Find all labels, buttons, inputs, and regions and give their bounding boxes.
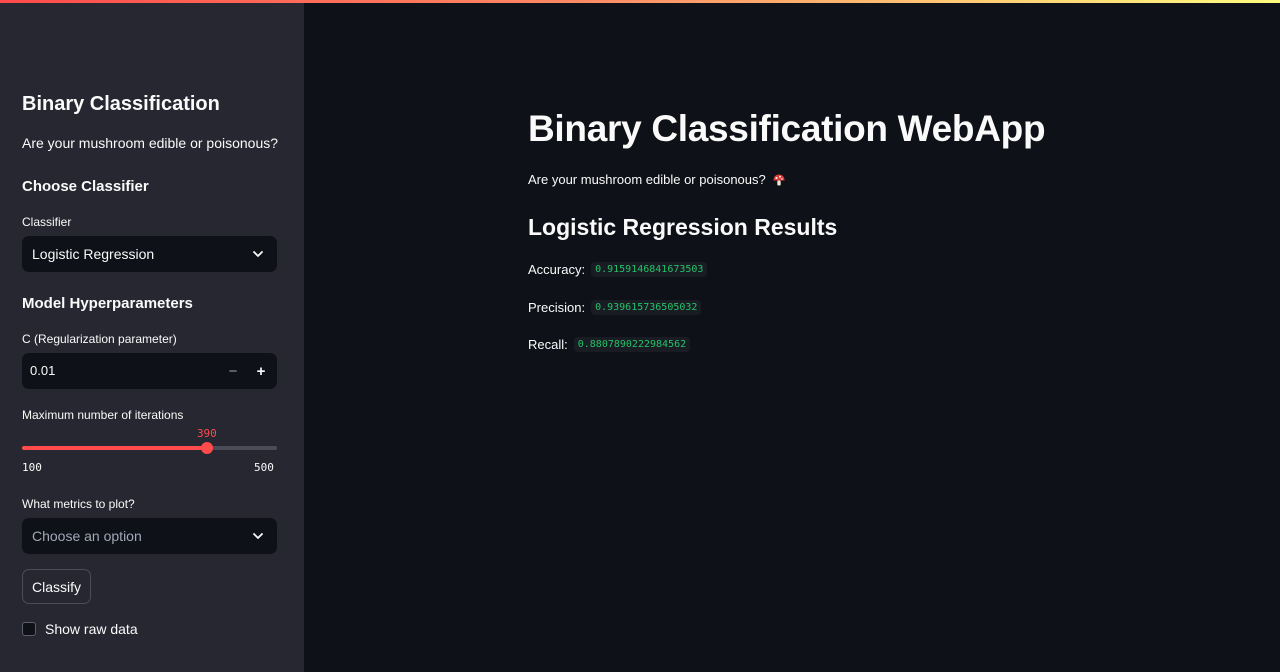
metric-label: Accuracy: xyxy=(528,262,586,277)
show-raw-data-label[interactable]: Show raw data xyxy=(45,621,138,637)
chevron-down-icon xyxy=(253,251,263,257)
choose-classifier-header: Choose Classifier xyxy=(22,178,149,195)
sidebar-caption: Are your mushroom edible or poisonous? xyxy=(22,135,279,151)
c-parameter-value: 0.01 xyxy=(30,363,56,378)
slider-min-value: 100 xyxy=(22,461,42,474)
metric-label: Precision: xyxy=(528,300,586,315)
slider-max-value: 500 xyxy=(254,461,274,474)
page-caption: Are your mushroom edible or poisonous? xyxy=(528,172,786,187)
sidebar-title: Binary Classification xyxy=(22,93,220,115)
top-decoration-bar xyxy=(0,0,1280,3)
results-header: Logistic Regression Results xyxy=(528,214,838,240)
decrement-button[interactable]: − xyxy=(219,353,247,389)
metrics-label: What metrics to plot? xyxy=(22,497,135,511)
metric-label: Recall: xyxy=(528,337,568,352)
c-parameter-input[interactable]: 0.01 − + xyxy=(22,353,277,389)
chevron-down-icon xyxy=(253,533,263,539)
max-iterations-label: Maximum number of iterations xyxy=(22,408,184,422)
slider-thumb[interactable] xyxy=(200,442,213,454)
main-content: Binary Classification WebApp Are your mu… xyxy=(304,0,1280,672)
mushroom-icon xyxy=(773,174,785,185)
show-raw-data-checkbox[interactable] xyxy=(22,622,36,636)
page-title: Binary Classification WebApp xyxy=(528,108,1046,149)
sidebar: Binary Classification Are your mushroom … xyxy=(0,0,304,672)
slider-fill xyxy=(22,446,207,450)
model-hyperparameters-header: Model Hyperparameters xyxy=(22,295,193,312)
metrics-placeholder: Choose an option xyxy=(32,528,142,544)
metric-value: 0.9159146841673503 xyxy=(591,262,708,277)
metric-value: 0.8807890222984562 xyxy=(573,337,691,352)
c-parameter-label: C (Regularization parameter) xyxy=(22,332,177,346)
show-raw-data-row[interactable]: Show raw data xyxy=(22,621,138,637)
slider-current-value: 390 xyxy=(196,427,217,440)
metric-accuracy: Accuracy: 0.9159146841673503 xyxy=(528,262,708,277)
classify-button[interactable]: Classify xyxy=(22,569,91,604)
metric-recall: Recall: 0.8807890222984562 xyxy=(528,337,691,352)
page-caption-text: Are your mushroom edible or poisonous? xyxy=(528,172,766,187)
classifier-select[interactable]: Logistic Regression xyxy=(22,236,277,272)
classifier-select-value: Logistic Regression xyxy=(32,246,155,262)
increment-button[interactable]: + xyxy=(247,353,275,389)
max-iterations-slider[interactable]: 390 xyxy=(22,427,277,454)
metric-precision: Precision: 0.939615736505032 xyxy=(528,300,702,315)
classifier-label: Classifier xyxy=(22,215,72,229)
metric-value: 0.939615736505032 xyxy=(591,300,702,315)
metrics-multiselect[interactable]: Choose an option xyxy=(22,518,277,554)
